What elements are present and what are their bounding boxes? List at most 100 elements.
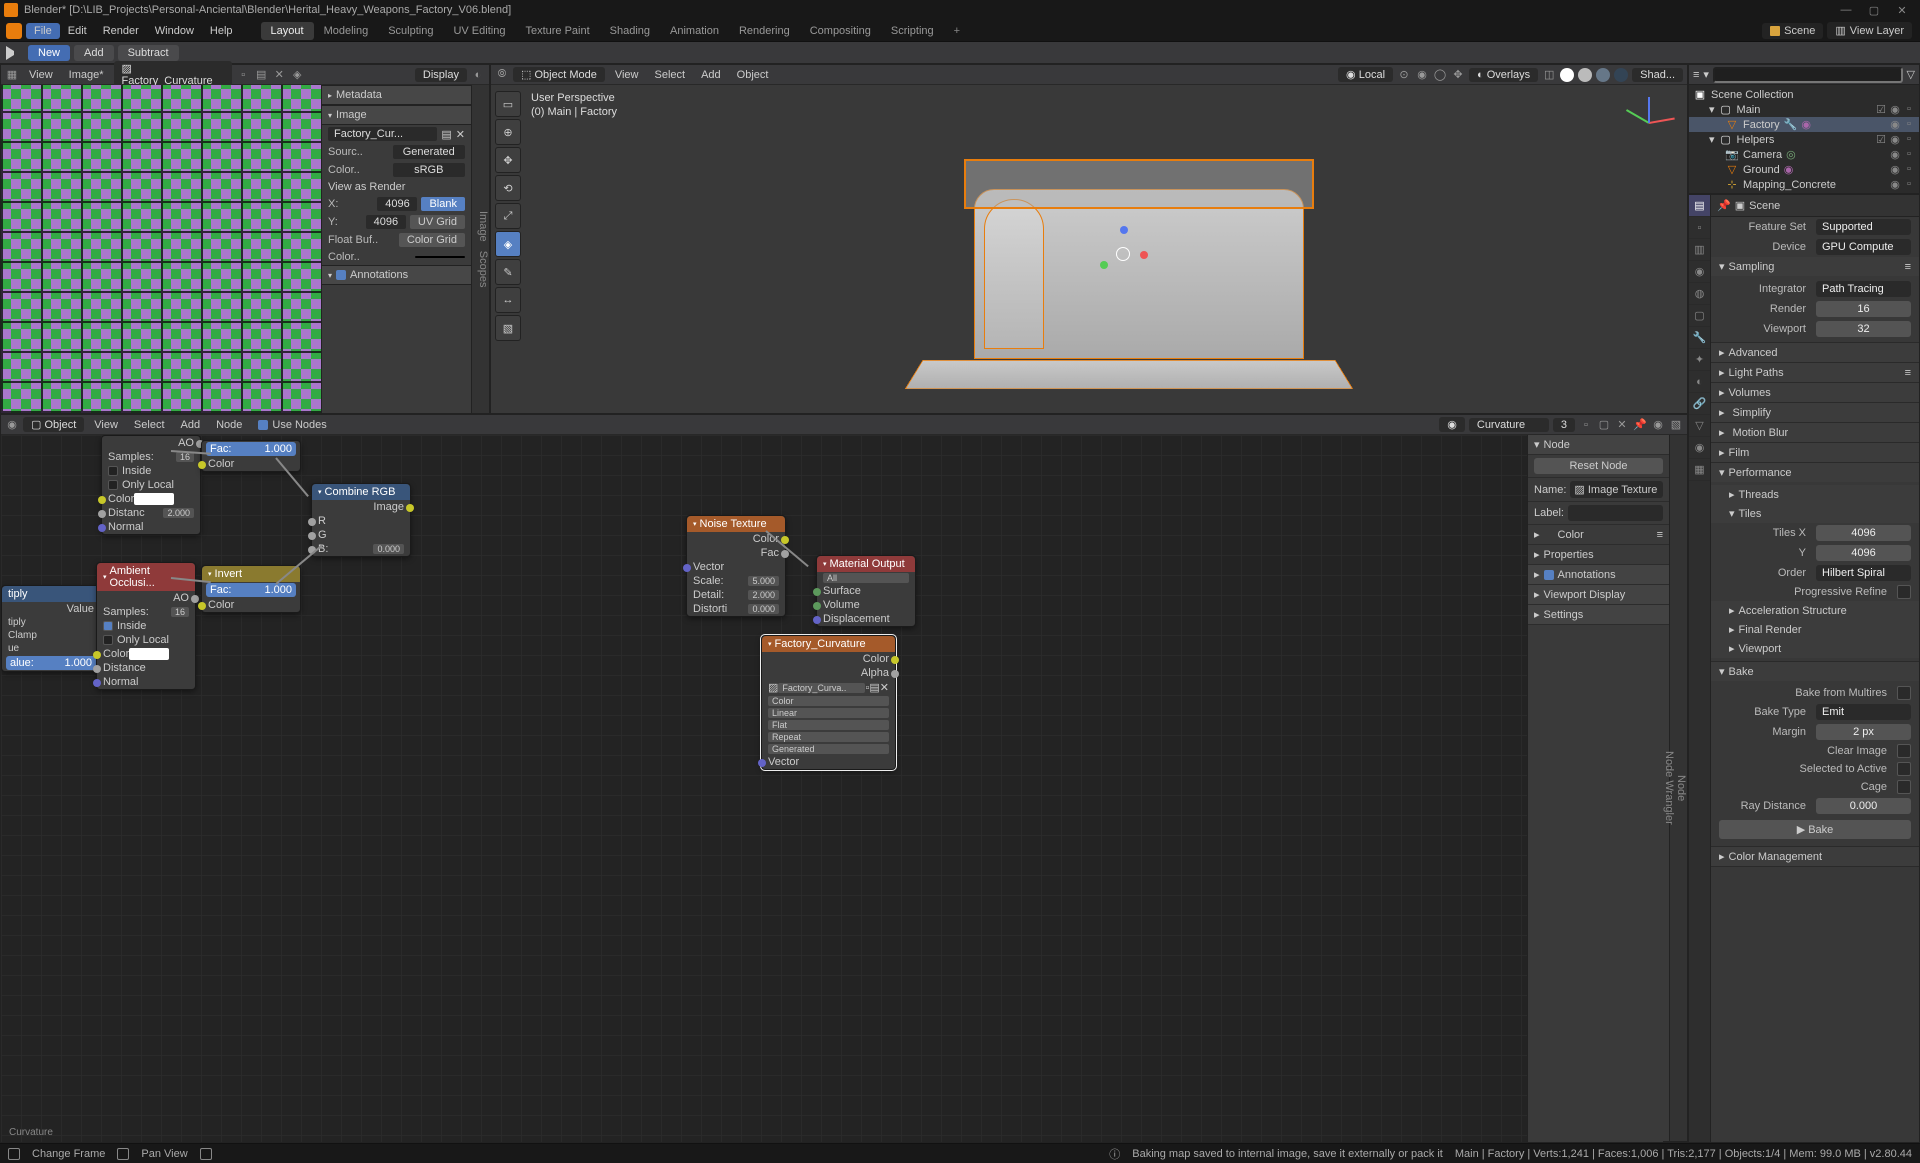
- tiles-y[interactable]: 4096: [1816, 545, 1911, 561]
- shader-type-dropdown[interactable]: ▢ Object: [23, 417, 84, 432]
- node-menu-node[interactable]: Node: [210, 418, 248, 432]
- annotations-check[interactable]: [336, 270, 346, 280]
- tool-annotate[interactable]: ✎: [495, 259, 521, 285]
- minimize-button[interactable]: —: [1832, 4, 1860, 16]
- material-users[interactable]: 3: [1553, 418, 1575, 432]
- node-canvas[interactable]: tiply Value tiply Clamp ue alue:1.000 AO…: [1, 435, 1687, 1142]
- display-mode-icon[interactable]: ▾: [1703, 68, 1709, 81]
- render-samples[interactable]: 16: [1816, 301, 1911, 317]
- context-path[interactable]: Scene: [1749, 200, 1780, 212]
- exclude-checkbox[interactable]: ☑: [1875, 133, 1887, 146]
- new-image-icon[interactable]: ▫: [236, 68, 250, 82]
- exclude-checkbox[interactable]: ☑: [1875, 103, 1887, 116]
- prop-tab-particle[interactable]: ✦: [1689, 349, 1710, 371]
- close-button[interactable]: ✕: [1888, 4, 1916, 17]
- section-simplify[interactable]: ▸Simplify: [1711, 403, 1919, 422]
- add-button[interactable]: Add: [74, 45, 114, 61]
- node-noise-texture[interactable]: ▾Noise Texture Color Fac Vector Scale:5.…: [686, 515, 786, 617]
- gizmo-z-handle[interactable]: [1120, 226, 1128, 234]
- bake-button[interactable]: ▶ Bake: [1719, 820, 1911, 839]
- section-sampling[interactable]: ▾Sampling≡: [1711, 257, 1919, 276]
- scene-selector[interactable]: Scene: [1762, 23, 1823, 39]
- gen-height[interactable]: 4096: [366, 215, 406, 229]
- ray-distance[interactable]: 0.000: [1816, 798, 1911, 814]
- prop-tab-material[interactable]: ◉: [1689, 437, 1710, 459]
- menu-window[interactable]: Window: [147, 23, 202, 39]
- browse-icon[interactable]: ▤: [441, 128, 451, 141]
- node-sidebar-tabs[interactable]: Node Node Wrangler: [1669, 435, 1687, 1142]
- subsection-tiles[interactable]: ▾Tiles: [1711, 504, 1919, 523]
- section-motion-blur[interactable]: ▸Motion Blur: [1711, 423, 1919, 442]
- snap-icon[interactable]: ◉: [1415, 68, 1429, 82]
- feature-set-dropdown[interactable]: Supported: [1816, 219, 1911, 235]
- new-material-icon[interactable]: ▫: [1579, 418, 1593, 432]
- xray-icon[interactable]: ◫: [1542, 68, 1556, 82]
- imgtex-interpolation[interactable]: Linear: [768, 708, 889, 718]
- device-dropdown[interactable]: GPU Compute: [1816, 239, 1911, 255]
- section-light-paths[interactable]: ▸Light Paths≡: [1711, 363, 1919, 382]
- display-channels-icon[interactable]: ◐: [471, 68, 485, 82]
- eye-icon[interactable]: ◉: [1889, 103, 1901, 116]
- viewport-canvas[interactable]: ▭ ⊕ ✥ ⟲ ⤢ ◈ ✎ ↔ ▧ User Perspective (0) M…: [491, 85, 1687, 413]
- outliner-item-mapping[interactable]: ⊹Mapping_Concrete◉▫: [1689, 177, 1919, 192]
- overlays-dropdown[interactable]: ◐ Overlays: [1469, 68, 1538, 82]
- use-nodes-check[interactable]: [258, 420, 268, 430]
- section-film[interactable]: ▸Film: [1711, 443, 1919, 462]
- imgtex-projection[interactable]: Flat: [768, 720, 889, 730]
- node-invert-1[interactable]: Fac:1.000 Color: [201, 440, 301, 472]
- bake-margin[interactable]: 2 px: [1816, 724, 1911, 740]
- node-material-output[interactable]: ▾Material Output All Surface Volume Disp…: [816, 555, 916, 627]
- vp-menu-select[interactable]: Select: [649, 68, 692, 82]
- image-name-field[interactable]: Factory_Cur...: [328, 127, 437, 141]
- uv-menu-image[interactable]: Image*: [63, 68, 110, 82]
- pivot-icon[interactable]: ⊙: [1397, 68, 1411, 82]
- outliner-tree[interactable]: ▣Scene Collection ▾▢Main☑◉▫ ▽Factory🔧◉◉▫…: [1689, 85, 1919, 194]
- gen-type-uvgrid[interactable]: UV Grid: [410, 215, 465, 229]
- subtract-button[interactable]: Subtract: [118, 45, 179, 61]
- tab-compositing[interactable]: Compositing: [800, 22, 881, 40]
- maximize-button[interactable]: ▢: [1860, 4, 1888, 17]
- shading-solid-icon[interactable]: [1578, 68, 1592, 82]
- imgtex-image-field[interactable]: Factory_Curva..: [778, 683, 865, 693]
- source-dropdown[interactable]: Generated: [393, 145, 466, 159]
- tab-shading[interactable]: Shading: [600, 22, 660, 40]
- integrator-dropdown[interactable]: Path Tracing: [1816, 281, 1911, 297]
- tool-transform[interactable]: ◈: [495, 231, 521, 257]
- eye-icon[interactable]: ◉: [1889, 133, 1901, 146]
- shading-wireframe-icon[interactable]: [1560, 68, 1574, 82]
- subsection-accel[interactable]: ▸Acceleration Structure: [1711, 601, 1919, 620]
- open-image-icon[interactable]: ▤: [254, 68, 268, 82]
- node-color-check[interactable]: [1544, 530, 1554, 540]
- cage-check[interactable]: [1897, 780, 1911, 794]
- tab-layout[interactable]: Layout: [261, 22, 314, 40]
- prop-tab-render[interactable]: ▤: [1689, 195, 1710, 217]
- prop-tab-modifier[interactable]: 🔧: [1689, 327, 1710, 349]
- node-invert-2[interactable]: ▾Invert Fac:1.000 Color: [201, 565, 301, 613]
- mode-dropdown[interactable]: ⬚ Object Mode: [513, 67, 605, 82]
- viewport-samples[interactable]: 32: [1816, 321, 1911, 337]
- np-section-settings[interactable]: ▸Settings: [1528, 605, 1669, 625]
- node-menu-add[interactable]: Add: [175, 418, 207, 432]
- prop-tab-object[interactable]: ▢: [1689, 305, 1710, 327]
- tiles-x[interactable]: 4096: [1816, 525, 1911, 541]
- outliner-item-ground[interactable]: ▽Ground◉◉▫: [1689, 162, 1919, 177]
- editor-type-icon[interactable]: ≡: [1693, 69, 1699, 81]
- np-subsection-properties[interactable]: ▸Properties: [1528, 545, 1669, 565]
- backdrop-icon[interactable]: ▧: [1669, 418, 1683, 432]
- uv-menu-view[interactable]: View: [23, 68, 59, 82]
- sel-to-active-check[interactable]: [1897, 762, 1911, 776]
- node-label-field[interactable]: [1568, 505, 1663, 521]
- vp-menu-add[interactable]: Add: [695, 68, 727, 82]
- preset-icon[interactable]: ≡: [1905, 367, 1911, 379]
- node-menu-select[interactable]: Select: [128, 418, 171, 432]
- colorspace-dropdown[interactable]: sRGB: [393, 163, 466, 177]
- snap-icon[interactable]: ◉: [1651, 418, 1665, 432]
- np-annotations-check[interactable]: [1544, 570, 1554, 580]
- prop-tab-constraint[interactable]: 🔗: [1689, 393, 1710, 415]
- tool-scale[interactable]: ⤢: [495, 203, 521, 229]
- node-menu-view[interactable]: View: [88, 418, 124, 432]
- gen-width[interactable]: 4096: [377, 197, 417, 211]
- orientation-dropdown[interactable]: ◉ Local: [1338, 67, 1393, 82]
- node-ambient-occlusion-2[interactable]: ▾Ambient Occlusi... AO Samples:16 Inside…: [96, 562, 196, 690]
- pack-image-icon[interactable]: ◈: [290, 68, 304, 82]
